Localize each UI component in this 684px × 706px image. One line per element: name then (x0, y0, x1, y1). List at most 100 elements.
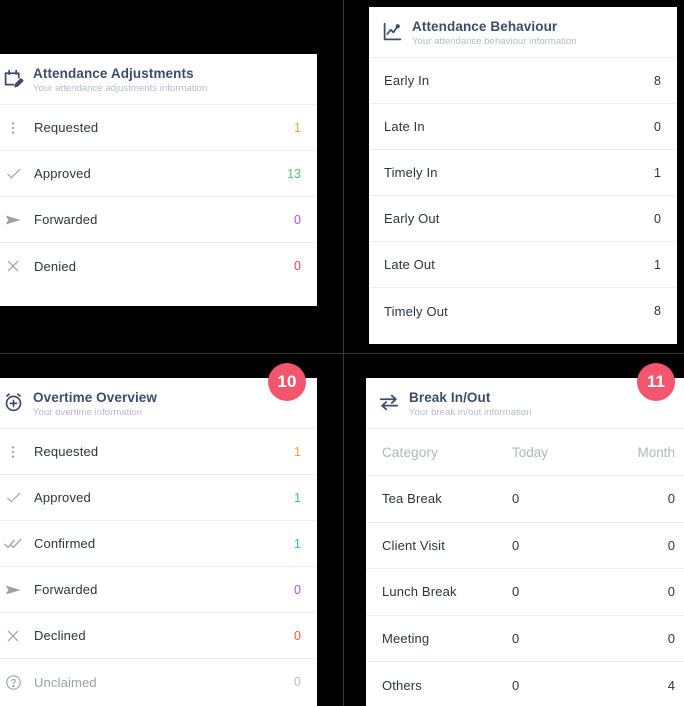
card-subtitle: Your attendance behaviour information (412, 36, 577, 47)
list-item[interactable]: Early In 8 (369, 58, 677, 104)
send-icon (2, 581, 24, 599)
list-item-value: 0 (654, 211, 661, 226)
check-icon (2, 489, 24, 506)
send-icon (2, 211, 24, 229)
list-item-value: 8 (654, 304, 661, 318)
list-item[interactable]: Requested 1 (0, 429, 317, 475)
table-row[interactable]: Tea Break 0 0 (366, 476, 684, 523)
list-item[interactable]: Timely In 1 (369, 150, 677, 196)
list-item[interactable]: Late Out 1 (369, 242, 677, 288)
table-header-row: Category Today Month (366, 429, 684, 476)
list-item-value: 0 (294, 259, 301, 273)
list-item-value: 8 (654, 73, 661, 88)
list-item-label: Forwarded (34, 212, 98, 227)
list-item-label: Early In (384, 73, 430, 88)
list-item-value: 0 (294, 628, 301, 643)
cell-month: 0 (667, 630, 675, 646)
list-item-label: Confirmed (34, 536, 96, 551)
cell-today: 0 (512, 630, 520, 646)
card-title: Attendance Behaviour (412, 19, 558, 34)
list-item-label: Approved (34, 490, 91, 505)
break-in-out-table: Category Today Month Tea Break 0 0 Clien… (366, 429, 684, 706)
card-header: Attendance Adjustments Your attendance a… (0, 54, 317, 105)
table-row[interactable]: Client Visit 0 0 (366, 523, 684, 569)
cell-category: Lunch Break (382, 584, 457, 600)
dots-vertical-icon (2, 444, 24, 460)
cell-month: 0 (667, 491, 675, 507)
list-item-value: 0 (294, 582, 301, 597)
cell-month: 4 (667, 677, 675, 693)
list-item-value: 13 (287, 166, 301, 181)
status-badge-break[interactable]: 11 (637, 363, 675, 401)
list-item[interactable]: Requested 1 (0, 105, 317, 151)
dashboard-canvas: Attendance Adjustments Your attendance a… (0, 0, 684, 706)
dots-vertical-icon (2, 120, 24, 136)
card-subtitle: Your attendance adjustments information (33, 83, 208, 94)
attendance-behaviour-rows: Early In 8 Late In 0 Timely In 1 Early O… (369, 58, 677, 334)
card-title: Break In/Out (409, 390, 491, 405)
table-row[interactable]: Meeting 0 0 (366, 616, 684, 662)
list-item-label: Unclaimed (34, 674, 97, 690)
card-attendance-behaviour: Attendance Behaviour Your attendance beh… (369, 7, 677, 344)
list-item-label: Early Out (384, 211, 440, 226)
cell-category: Others (382, 677, 422, 693)
list-item[interactable]: Approved 13 (0, 151, 317, 197)
cell-today: 0 (512, 491, 520, 507)
list-item[interactable]: Declined 0 (0, 613, 317, 659)
list-item[interactable]: Early Out 0 (369, 196, 677, 242)
list-item-label: Timely In (384, 165, 438, 180)
column-header-category: Category (382, 444, 438, 460)
column-header-month: Month (637, 444, 675, 460)
list-item-label: Denied (34, 258, 77, 274)
question-circle-icon (2, 674, 24, 691)
list-item[interactable]: Confirmed 1 (0, 521, 317, 567)
calendar-edit-icon (2, 67, 24, 89)
layout-divider-horizontal (0, 353, 684, 354)
status-badge-overtime[interactable]: 10 (268, 363, 306, 401)
list-item-label: Declined (34, 628, 86, 643)
cell-today: 0 (512, 677, 520, 693)
list-item-label: Approved (34, 166, 91, 181)
list-item[interactable]: Forwarded 0 (0, 197, 317, 243)
list-item-label: Requested (34, 444, 99, 459)
cell-category: Meeting (382, 630, 430, 646)
list-item[interactable]: Approved 1 (0, 475, 317, 521)
table-row[interactable]: Lunch Break 0 0 (366, 569, 684, 616)
list-item-value: 1 (294, 444, 301, 459)
list-item-value: 1 (294, 120, 301, 135)
card-title: Overtime Overview (33, 390, 158, 405)
list-item-value: 0 (654, 119, 661, 134)
list-item-value: 1 (294, 490, 301, 505)
list-item-label: Late In (384, 119, 425, 134)
list-item-value: 0 (294, 675, 301, 689)
cell-category: Tea Break (382, 491, 442, 507)
list-item-value: 1 (654, 165, 661, 180)
list-item[interactable]: Late In 0 (369, 104, 677, 150)
column-header-today: Today (512, 444, 549, 460)
card-subtitle: Your break in/out information (409, 407, 532, 418)
list-item-label: Late Out (384, 257, 436, 272)
overtime-overview-rows: Requested 1 Approved 1 Confirmed 1 Forwa… (0, 429, 317, 705)
close-icon (2, 628, 24, 644)
card-header: Attendance Behaviour Your attendance beh… (369, 7, 677, 58)
list-item[interactable]: Denied 0 (0, 243, 317, 289)
attendance-adjustments-rows: Requested 1 Approved 13 Forwarded 0 Deni… (0, 105, 317, 289)
list-item-label: Timely Out (384, 303, 448, 319)
card-title: Attendance Adjustments (33, 66, 194, 81)
cell-today: 0 (512, 537, 520, 553)
alarm-plus-icon (2, 391, 24, 413)
card-overtime-overview: Overtime Overview Your overtime informat… (0, 378, 317, 706)
cell-category: Client Visit (382, 537, 445, 553)
table-row[interactable]: Others 0 4 (366, 662, 684, 706)
line-chart-icon (381, 20, 403, 42)
card-header: Break In/Out Your break in/out informati… (366, 378, 684, 429)
list-item[interactable]: Unclaimed 0 (0, 659, 317, 705)
card-break-in-out: Break In/Out Your break in/out informati… (366, 378, 684, 706)
cell-month: 0 (667, 537, 675, 553)
list-item[interactable]: Forwarded 0 (0, 567, 317, 613)
arrows-left-right-icon (378, 391, 400, 413)
card-subtitle: Your overtime information (33, 407, 143, 418)
cell-month: 0 (667, 584, 675, 600)
list-item[interactable]: Timely Out 8 (369, 288, 677, 334)
list-item-label: Forwarded (34, 582, 98, 597)
